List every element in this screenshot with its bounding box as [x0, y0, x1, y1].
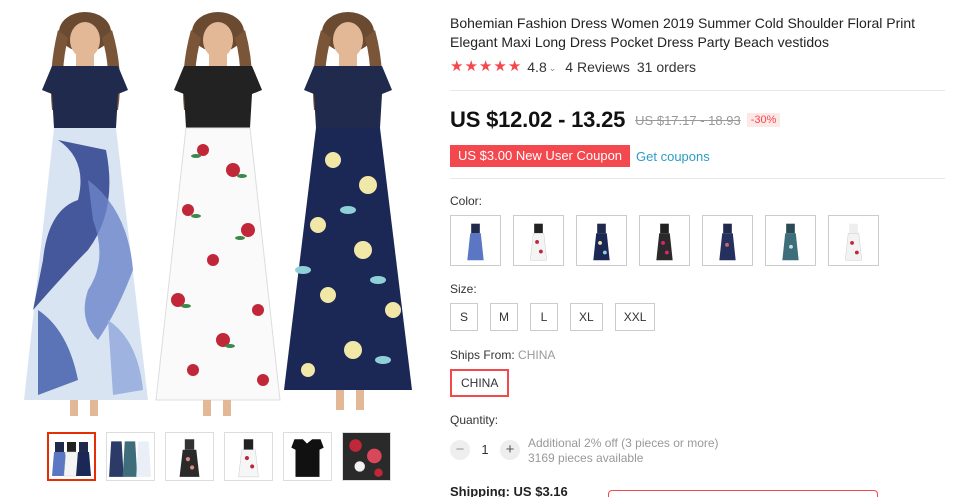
- original-price: US $17.17 - 18.93: [635, 112, 741, 128]
- current-price: US $12.02 - 13.25: [450, 107, 626, 132]
- divider: [450, 90, 945, 91]
- product-photo-three-dresses: [24, 12, 412, 416]
- chevron-down-icon[interactable]: ⌄: [549, 63, 557, 74]
- rating-value: 4.8: [527, 59, 547, 75]
- reviews-link[interactable]: 4 Reviews: [565, 59, 630, 75]
- color-options: [450, 215, 879, 266]
- thumbnail-3[interactable]: [165, 432, 214, 481]
- star-icon: ★: [507, 58, 522, 75]
- star-icon: ★: [450, 58, 464, 75]
- quantity-note: Additional 2% off (3 pieces or more) 316…: [528, 436, 719, 466]
- size-option-l[interactable]: L: [530, 303, 558, 331]
- quantity-increase-button[interactable]: +: [500, 440, 520, 460]
- ships-from-selected: CHINA: [518, 348, 556, 362]
- size-option-xxl[interactable]: XXL: [614, 303, 656, 331]
- color-option-navy-floral[interactable]: [576, 215, 627, 266]
- color-option-white-floral[interactable]: [513, 215, 564, 266]
- stock-available: 3169 pieces available: [528, 451, 644, 465]
- size-option-s[interactable]: S: [450, 303, 478, 331]
- divider: [450, 178, 945, 179]
- discount-badge: -30%: [746, 113, 781, 127]
- size-option-m[interactable]: M: [490, 303, 518, 331]
- rating-row: ★ ★ ★ ★ ★ 4.8 ⌄ 4 Reviews 31 orders: [450, 59, 697, 76]
- coupon-badge[interactable]: US $3.00 New User Coupon: [450, 145, 631, 167]
- star-icon: ★: [464, 58, 478, 75]
- thumbnail-6[interactable]: [342, 432, 391, 481]
- color-label: Color:: [450, 194, 483, 208]
- thumbnail-4[interactable]: [224, 432, 273, 481]
- buy-now-button[interactable]: [608, 490, 878, 497]
- thumbnail-2[interactable]: [106, 432, 155, 481]
- quantity-label: Quantity:: [450, 413, 499, 427]
- color-option-teal-print[interactable]: [765, 215, 816, 266]
- thumbnail-5[interactable]: [283, 432, 332, 481]
- color-option-white-navy[interactable]: [828, 215, 879, 266]
- color-option-black-rose[interactable]: [639, 215, 690, 266]
- image-thumbnails: [47, 432, 391, 481]
- price-row: US $12.02 - 13.25 US $17.17 - 18.93 -30%: [450, 107, 781, 133]
- star-icon: ★: [493, 58, 507, 75]
- ships-from-text: Ships From:: [450, 348, 515, 362]
- product-title: Bohemian Fashion Dress Women 2019 Summer…: [450, 15, 916, 50]
- star-icon: ★: [478, 58, 493, 75]
- size-options: S M L XL XXL: [450, 303, 656, 331]
- shipping-cost: Shipping: US $3.16: [450, 484, 568, 497]
- main-product-image[interactable]: [18, 10, 418, 420]
- thumbnail-1[interactable]: [47, 432, 96, 481]
- color-option-blue-floral[interactable]: [450, 215, 501, 266]
- coupon-row: US $3.00 New User Coupon Get coupons: [450, 145, 710, 167]
- size-option-xl[interactable]: XL: [570, 303, 603, 331]
- bulk-discount-note: Additional 2% off (3 pieces or more): [528, 436, 719, 450]
- quantity-stepper: − 1 + Additional 2% off (3 pieces or mor…: [450, 436, 719, 466]
- quantity-input[interactable]: 1: [470, 436, 500, 464]
- color-option-navy-print[interactable]: [702, 215, 753, 266]
- star-rating: ★ ★ ★ ★ ★: [450, 59, 521, 75]
- ships-from-label: Ships From: CHINA: [450, 348, 555, 362]
- quantity-decrease-button[interactable]: −: [450, 440, 470, 460]
- size-label: Size:: [450, 282, 477, 296]
- ships-from-option-china[interactable]: CHINA: [450, 369, 510, 397]
- orders-count: 31 orders: [636, 59, 697, 75]
- get-coupons-link[interactable]: Get coupons: [636, 149, 710, 164]
